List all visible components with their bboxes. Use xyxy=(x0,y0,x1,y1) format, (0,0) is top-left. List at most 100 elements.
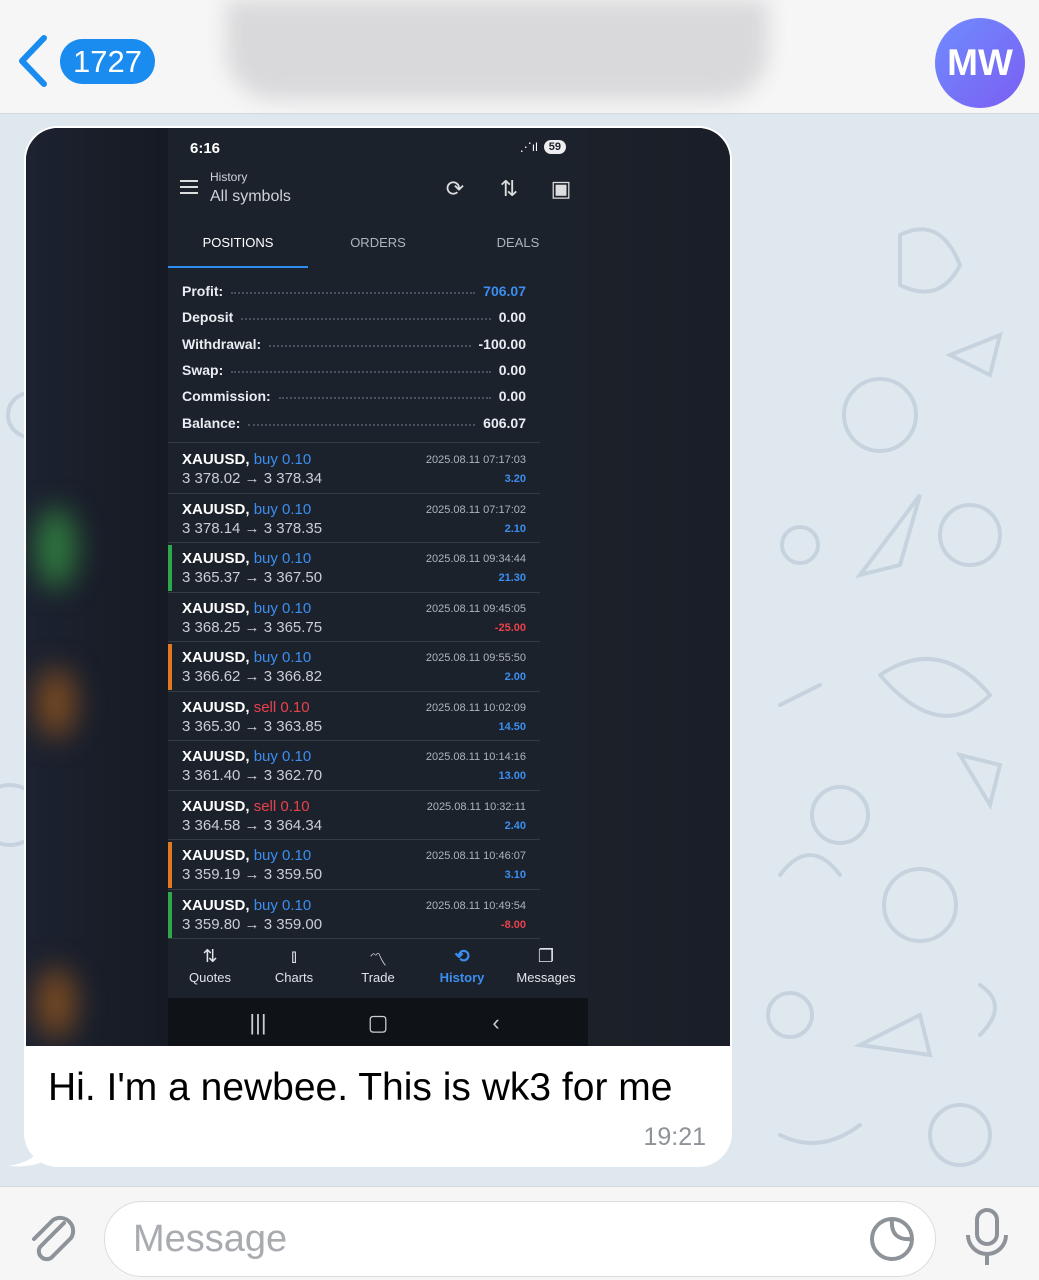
trade-profit: 3.10 xyxy=(504,869,526,881)
trade-profit: 21.30 xyxy=(498,572,526,584)
blurred-background-right xyxy=(588,128,730,1046)
open-close-prices: 3 378.02 → 3 378.34 xyxy=(182,470,323,487)
open-close-prices: 3 365.37 → 3 367.50 xyxy=(182,569,323,586)
home-icon[interactable]: ▢ xyxy=(348,1010,408,1036)
message-input[interactable] xyxy=(133,1214,833,1264)
position-row[interactable]: XAUUSD, buy 0.10 3 378.02 → 3 378.34 2025.… xyxy=(168,444,540,494)
symbol-filter[interactable]: All symbols xyxy=(210,188,291,206)
charts-icon: ⫾ xyxy=(291,946,297,966)
attached-screenshot[interactable]: 6:16 ⋰ıl 59 History All symbols ⟳ ⇅ ▣ PO… xyxy=(26,128,730,1046)
blurred-chat-title[interactable] xyxy=(226,0,768,100)
trade-datetime: 2025.08.11 09:55:50 xyxy=(425,652,526,664)
nav-trade[interactable]: 〽 Trade xyxy=(336,946,420,985)
symbol-name: XAUUSD, xyxy=(182,649,250,666)
position-marker xyxy=(168,842,172,888)
position-row[interactable]: XAUUSD, buy 0.10 3 365.37 → 3 367.50 2025.… xyxy=(168,543,540,593)
summary-value: -100.00 xyxy=(478,335,526,352)
leader-dots xyxy=(278,397,491,400)
bottom-navigation: ⇅ Quotes ⫾ Charts 〽 Trade ⟲ History ❐ Messages xyxy=(168,936,588,998)
summary-label: Commission: xyxy=(182,388,271,405)
microphone-icon[interactable] xyxy=(962,1207,1012,1269)
trade-profit: 2.00 xyxy=(504,671,526,683)
open-close-prices: 3 359.19 → 3 359.50 xyxy=(182,866,323,883)
nav-label: Charts xyxy=(274,970,314,985)
composer-bar xyxy=(0,1186,1039,1280)
position-row[interactable]: XAUUSD, sell 0.10 3 364.58 → 3 364.34 2025… xyxy=(168,791,540,840)
trade-datetime: 2025.08.11 10:49:54 xyxy=(425,899,526,912)
avatar[interactable]: MW xyxy=(935,18,1025,108)
nav-history[interactable]: ⟲ History xyxy=(420,946,504,985)
summary-row-balance: Balance: 606.07 xyxy=(182,409,526,435)
trade-icon: 〽 xyxy=(369,950,387,970)
tab-deals[interactable]: DEALS xyxy=(448,228,588,268)
summary-value: 0.00 xyxy=(498,362,526,379)
open-close-prices: 3 361.40 → 3 362.70 xyxy=(182,767,323,784)
nav-charts[interactable]: ⫾ Charts xyxy=(252,946,336,985)
wifi-signal-icon: ⋰ıl xyxy=(519,140,538,154)
position-row[interactable]: XAUUSD, buy 0.10 3 359.80 → 3 359.00 2025.… xyxy=(168,890,540,939)
unread-count-badge[interactable]: 1727 xyxy=(60,39,155,84)
status-time: 6:16 xyxy=(190,140,221,157)
back-icon[interactable]: ‹ xyxy=(466,1010,526,1036)
leader-dots xyxy=(241,318,491,321)
position-row[interactable]: XAUUSD, sell 0.10 3 365.30 → 3 363.85 2025… xyxy=(168,692,540,741)
trade-datetime: 2025.08.11 10:02:09 xyxy=(425,701,526,714)
position-row[interactable]: XAUUSD, buy 0.10 3 368.25 → 3 365.75 2025.… xyxy=(168,593,540,642)
tab-orders[interactable]: ORDERS xyxy=(308,228,448,268)
trade-volume: 0.10 xyxy=(280,797,310,815)
back-chevron-icon[interactable] xyxy=(14,34,50,88)
trade-volume: 0.10 xyxy=(280,698,310,716)
trade-datetime: 2025.08.11 07:17:02 xyxy=(425,503,526,516)
currency-refresh-icon[interactable]: ⟳ xyxy=(442,176,468,202)
open-close-prices: 3 366.62 → 3 366.82 xyxy=(182,668,323,685)
position-row[interactable]: XAUUSD, buy 0.10 3 361.40 → 3 362.70 2025.… xyxy=(168,741,540,791)
menu-icon[interactable] xyxy=(180,180,198,194)
summary-label: Swap: xyxy=(182,362,224,379)
nav-label: Quotes xyxy=(189,970,231,985)
nav-quotes[interactable]: ⇅ Quotes xyxy=(168,946,252,985)
trade-side: buy xyxy=(253,896,278,914)
position-marker xyxy=(168,644,172,690)
trade-side: buy xyxy=(253,649,278,666)
trade-profit: 2.10 xyxy=(504,522,526,535)
recent-apps-icon[interactable]: ||| xyxy=(228,1010,288,1036)
symbol-name: XAUUSD, xyxy=(182,797,250,815)
position-symbol: XAUUSD, buy 0.10 xyxy=(182,897,311,914)
open-close-prices: 3 359.80 → 3 359.00 xyxy=(182,915,323,933)
trade-volume: 0.10 xyxy=(282,550,312,567)
leader-dots xyxy=(231,371,491,374)
blur-blob xyxy=(36,668,76,738)
summary-row-swap: Swap: 0.00 xyxy=(182,357,526,383)
status-icons: ⋰ıl 59 xyxy=(520,140,566,154)
message-timestamp: 19:21 xyxy=(643,1123,706,1151)
symbol-name: XAUUSD, xyxy=(182,500,250,518)
position-symbol: XAUUSD, buy 0.10 xyxy=(182,600,311,617)
sticker-icon[interactable] xyxy=(868,1215,916,1263)
open-close-prices: 3 378.14 → 3 378.35 xyxy=(182,519,323,537)
symbol-name: XAUUSD, xyxy=(182,550,250,567)
trade-volume: 0.10 xyxy=(282,500,312,518)
position-row[interactable]: XAUUSD, buy 0.10 3 359.19 → 3 359.50 2025.… xyxy=(168,840,540,890)
sort-icon[interactable]: ⇅ xyxy=(496,176,522,202)
message-field[interactable] xyxy=(104,1201,936,1277)
message-bubble[interactable]: 6:16 ⋰ıl 59 History All symbols ⟳ ⇅ ▣ PO… xyxy=(24,126,732,1167)
attach-paperclip-icon[interactable] xyxy=(26,1207,78,1267)
trade-datetime: 2025.08.11 10:14:16 xyxy=(425,751,526,763)
positions-list: XAUUSD, buy 0.10 3 378.02 → 3 378.34 2025.… xyxy=(168,444,540,939)
position-symbol: XAUUSD, sell 0.10 xyxy=(182,798,310,815)
trade-profit: 13.00 xyxy=(498,770,526,782)
position-row[interactable]: XAUUSD, buy 0.10 3 378.14 → 3 378.35 2025.… xyxy=(168,494,540,543)
messages-icon: ❐ xyxy=(537,946,555,966)
position-row[interactable]: XAUUSD, buy 0.10 3 366.62 → 3 366.82 2025.… xyxy=(168,642,540,692)
trade-side: buy xyxy=(253,550,278,567)
leader-dots xyxy=(248,423,476,426)
summary-row-commission: Commission: 0.00 xyxy=(182,383,526,409)
calendar-icon[interactable]: ▣ xyxy=(548,176,574,202)
open-close-prices: 3 365.30 → 3 363.85 xyxy=(182,717,323,735)
trade-side: buy xyxy=(253,451,278,468)
trading-app-screen: 6:16 ⋰ıl 59 History All symbols ⟳ ⇅ ▣ PO… xyxy=(168,128,588,1046)
tab-positions[interactable]: POSITIONS xyxy=(168,228,308,268)
page-title: History xyxy=(210,170,248,184)
nav-messages[interactable]: ❐ Messages xyxy=(504,946,588,985)
trade-profit: 14.50 xyxy=(498,720,526,733)
